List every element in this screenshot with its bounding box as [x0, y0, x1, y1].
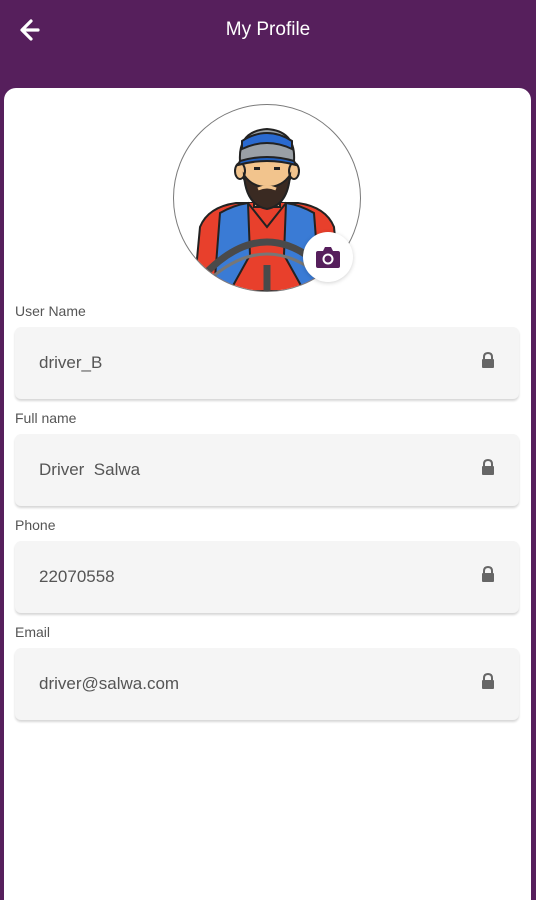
camera-icon: [316, 247, 340, 268]
page-title: My Profile: [225, 19, 311, 40]
email-value: driver@salwa.com: [39, 674, 180, 693]
fullname-label: Full name: [15, 410, 77, 426]
email-label: Email: [15, 624, 51, 640]
phone-label: Phone: [15, 517, 56, 533]
lock-icon: [482, 673, 494, 689]
phone-value: 22070558: [39, 567, 115, 586]
fullname-field[interactable]: Driver Salwa: [15, 434, 519, 506]
profile-card: User Name driver_B Full name Driver Salw…: [4, 88, 531, 900]
lock-icon: [482, 459, 494, 475]
username-field[interactable]: driver_B: [15, 327, 519, 399]
lock-icon: [482, 566, 494, 582]
app-bar: My Profile: [0, 0, 536, 88]
username-label: User Name: [15, 303, 86, 319]
change-photo-button[interactable]: [303, 232, 353, 282]
username-value: driver_B: [39, 353, 103, 372]
email-field[interactable]: driver@salwa.com: [15, 648, 519, 720]
profile-screen: My Profile User Name driver_B Full name …: [0, 0, 536, 900]
avatar-section: [173, 104, 361, 292]
lock-icon: [482, 352, 494, 368]
phone-field[interactable]: 22070558: [15, 541, 519, 613]
fullname-value: Driver Salwa: [39, 460, 141, 479]
